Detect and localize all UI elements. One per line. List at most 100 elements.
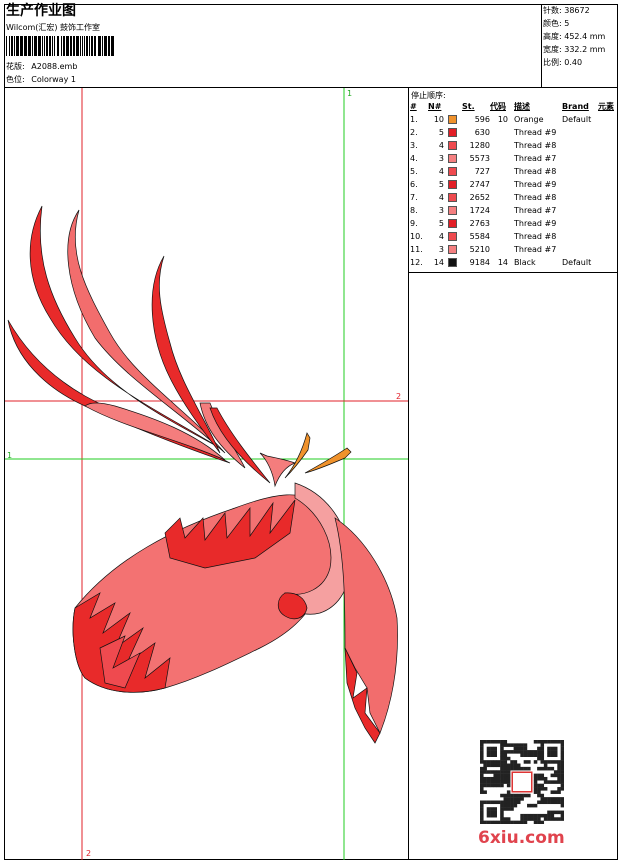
row-needle: 4 [438,231,444,241]
crest-orange [284,432,311,479]
row-brand: Default [562,114,592,124]
col-description: 描述 [514,102,530,111]
row-stitches: 2747 [469,179,490,189]
row-index: 9. [410,218,418,228]
row-element [598,152,620,165]
row-description: Thread #7 [514,244,557,254]
table-row: 2. 5 630 Thread #9 [410,126,620,139]
row-code [490,230,514,243]
table-row: 7. 4 2652 Thread #8 [410,191,620,204]
design-file-row: 花版: A2088.emb [6,62,77,72]
row-index: 7. [410,192,418,202]
row-index: 6. [410,179,418,189]
row-description: Black [514,257,536,267]
guide-label-v2: 2 [86,849,91,858]
row-stitches: 727 [474,166,490,176]
table-row: 8. 3 1724 Thread #7 [410,204,620,217]
row-swatch [448,204,462,217]
stat-scale: 比例: 0.40 [543,58,583,67]
row-index: 8. [410,205,418,215]
col-brand: Brand [562,102,589,111]
row-brand [562,204,598,217]
row-stitches: 2763 [469,218,490,228]
color-swatch [448,257,457,267]
color-swatch [448,153,457,163]
col-swatch [448,101,462,113]
row-brand [562,217,598,230]
row-index: 3. [410,140,418,150]
row-brand [562,165,598,178]
row-description: Thread #8 [514,140,557,150]
row-code [490,204,514,217]
row-index: 4. [410,153,418,163]
watermark-logo: 6xiu.com [478,828,565,848]
row-needle: 3 [438,244,444,254]
row-element [598,243,620,256]
row-needle: 4 [438,192,444,202]
row-needle: 3 [438,153,444,163]
row-swatch [448,152,462,165]
row-element [598,256,620,269]
row-code [490,243,514,256]
row-description: Thread #9 [514,218,557,228]
row-stitches: 5210 [469,244,490,254]
row-needle: 10 [433,114,444,124]
row-swatch [448,243,462,256]
colorway-value: Colorway 1 [31,75,76,84]
row-description: Thread #7 [514,153,557,163]
row-index: 1. [410,114,418,124]
row-description: Thread #9 [514,127,557,137]
row-description: Orange [514,114,544,124]
row-code: 10 [497,114,508,124]
row-brand [562,230,598,243]
row-brand [562,126,598,139]
row-swatch [448,230,462,243]
row-element [598,191,620,204]
color-swatch [448,205,457,215]
row-description: Thread #8 [514,192,557,202]
col-element: 元素 [598,102,614,111]
row-brand [562,243,598,256]
row-needle: 4 [438,166,444,176]
row-element [598,178,620,191]
color-swatch [448,244,457,254]
row-swatch [448,139,462,152]
table-row: 10. 4 5584 Thread #8 [410,230,620,243]
stat-height: 高度: 452.4 mm [543,32,606,41]
row-needle: 5 [438,218,444,228]
row-code [490,152,514,165]
col-stitches: St. [462,102,475,111]
row-stitches: 9184 [469,257,490,267]
row-element [598,230,620,243]
color-swatch [448,140,457,150]
design-file: A2088.emb [31,62,78,71]
barcode [6,36,114,56]
row-stitches: 5584 [469,231,490,241]
crest-tuft [259,452,296,488]
col-code: 代码 [490,102,506,111]
row-stitches: 5573 [469,153,490,163]
row-needle: 3 [438,205,444,215]
row-code [490,165,514,178]
table-row: 12. 14 9184 14 Black Default [410,256,620,269]
color-swatch [448,166,457,176]
color-swatch [448,127,457,137]
table-row: 4. 3 5573 Thread #7 [410,152,620,165]
stat-width: 宽度: 332.2 mm [543,45,606,54]
page-title: 生产作业图 [6,3,76,19]
row-code [490,191,514,204]
color-swatch [448,114,457,124]
table-row: 11. 3 5210 Thread #7 [410,243,620,256]
row-description: Thread #9 [514,179,557,189]
row-swatch [448,165,462,178]
tail-plume [209,407,271,484]
color-swatch [448,192,457,202]
row-brand: Default [562,257,592,267]
phoenix-embroidery [7,205,398,744]
row-needle: 14 [433,257,444,267]
row-brand [562,152,598,165]
stat-stitches: 针数: 38672 [543,6,590,15]
row-swatch [448,217,462,230]
row-description: Thread #8 [514,166,557,176]
row-needle: 5 [438,127,444,137]
